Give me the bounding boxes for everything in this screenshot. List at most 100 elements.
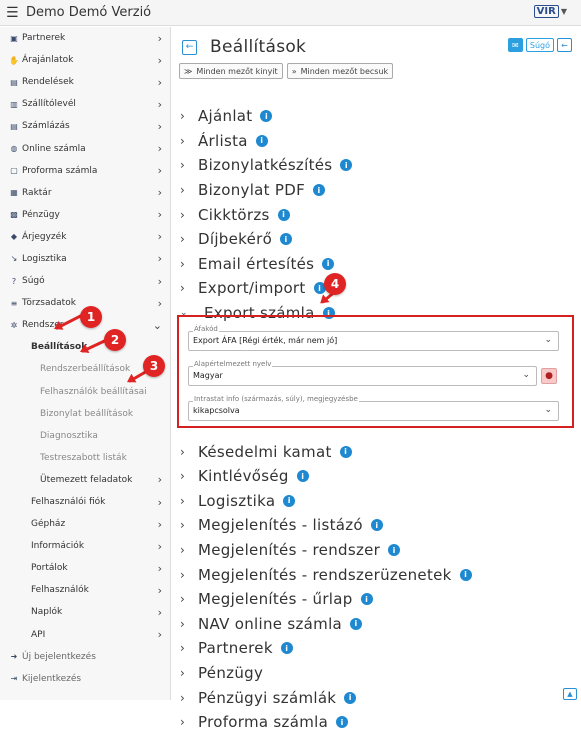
sidebar-item-16[interactable]: Felhasználók beállításai [0, 381, 170, 403]
section-label: Bizonylatkészítés [198, 156, 333, 175]
info-icon[interactable]: i [296, 470, 309, 483]
section-9[interactable]: › Késedelmi kamat i [180, 439, 575, 464]
sidebar-item-18[interactable]: Diagnosztika [0, 425, 170, 447]
back-button[interactable]: ← [182, 39, 197, 55]
nyelv-select[interactable]: Alapértelmezett nyelv Magyar ⌄ [188, 360, 537, 386]
section-6[interactable]: › Email értesítés i [180, 252, 575, 277]
info-icon[interactable]: i [283, 494, 296, 507]
section-label: Megjelenítés - listázó [198, 516, 363, 535]
app-title: Demo Demó Verzió [26, 5, 152, 20]
sidebar-item-4[interactable]: ▤ Számlázás › [0, 115, 170, 137]
info-icon[interactable]: i [255, 134, 268, 147]
section-14[interactable]: › Megjelenítés - rendszerüzenetek i [180, 562, 575, 587]
sidebar-item-label: Felhasználók beállításai [40, 386, 147, 397]
sidebar-item-20[interactable]: Ütemezett feladatok › [0, 469, 170, 491]
intrastat-select[interactable]: Intrastat info (származás, súly), megjeg… [188, 395, 559, 421]
sidebar-item-17[interactable]: Bizonylat beállítások [0, 403, 170, 425]
section-4[interactable]: › Cikktörzs i [180, 202, 575, 227]
return-button[interactable]: ← [557, 38, 572, 52]
vir-logo[interactable]: VIR ▼ [533, 4, 567, 18]
chevron-right-icon: › [180, 690, 186, 705]
arrow-left-icon: ← [561, 40, 568, 50]
chat-button[interactable]: ✉ [507, 38, 523, 52]
info-icon[interactable]: i [388, 544, 401, 557]
info-icon[interactable]: i [459, 568, 472, 581]
info-icon[interactable]: i [277, 208, 290, 221]
sidebar-item-8[interactable]: ▩ Pénzügy › [0, 204, 170, 226]
sidebar-item-29[interactable]: ⇥ Kijelentkezés [0, 668, 170, 690]
chevron-right-icon: › [180, 616, 186, 631]
info-icon[interactable]: i [280, 642, 293, 655]
section-12[interactable]: › Megjelenítés - listázó i [180, 513, 575, 538]
section-11[interactable]: › Logisztika i [180, 489, 575, 514]
chevron-right-icon: › [180, 133, 186, 148]
section-15[interactable]: › Megjelenítés - űrlap i [180, 587, 575, 612]
invoice-icon: ▤ [10, 121, 18, 131]
sidebar-item-3[interactable]: ▥ Szállítólevél › [0, 93, 170, 115]
scroll-top-button[interactable]: ▲ [563, 688, 577, 700]
sidebar-item-23[interactable]: Információk › [0, 535, 170, 557]
info-icon[interactable]: i [340, 159, 353, 172]
info-icon[interactable]: i [350, 617, 363, 630]
section-17[interactable]: › Partnerek i [180, 636, 575, 661]
annotation-badge-1: 1 [80, 306, 102, 328]
chevron-right-icon: › [180, 518, 186, 533]
sidebar-item-27[interactable]: API › [0, 624, 170, 646]
sidebar-item-10[interactable]: ↘ Logisztika › [0, 248, 170, 270]
page-title: Beállítások [210, 37, 307, 57]
info-icon[interactable]: i [260, 110, 273, 123]
section-13[interactable]: › Megjelenítés - rendszer i [180, 538, 575, 563]
user-language-button[interactable]: ● [541, 368, 557, 384]
chevron-down-icon: ⌄ [544, 405, 552, 415]
section-2[interactable]: › Bizonylatkészítés i [180, 153, 575, 178]
sidebar-item-2[interactable]: ▤ Rendelések › [0, 71, 170, 93]
section-0[interactable]: › Ajánlat i [180, 104, 575, 129]
section-19[interactable]: › Pénzügyi számlák i [180, 685, 575, 710]
sidebar-item-label: Portálok [31, 563, 68, 574]
chat-icon: ✉ [512, 40, 519, 50]
sidebar-item-22[interactable]: Gépház › [0, 513, 170, 535]
info-icon[interactable]: i [336, 716, 349, 729]
sidebar-item-label: Törzsadatok [22, 298, 76, 309]
info-icon[interactable]: i [344, 691, 357, 704]
section-1[interactable]: › Árlista i [180, 129, 575, 154]
section-7[interactable]: › Export/import i [180, 276, 575, 301]
collapse-all-button[interactable]: » Minden mezőt becsuk [286, 63, 394, 79]
hamburger-menu-icon[interactable]: ☰ [6, 5, 24, 21]
info-icon[interactable]: i [313, 184, 326, 197]
info-icon[interactable]: i [280, 233, 293, 246]
sidebar-item-25[interactable]: Felhasználók › [0, 579, 170, 601]
sidebar-item-28[interactable]: ➜ Új bejelentkezés [0, 646, 170, 668]
sidebar-item-label: Proforma számla [22, 165, 98, 176]
sidebar-item-0[interactable]: ▣ Partnerek › [0, 27, 170, 49]
sidebar-item-1[interactable]: ✋ Árajánlatok › [0, 49, 170, 71]
section-10[interactable]: › Kintlévőség i [180, 464, 575, 489]
chevron-right-icon: › [157, 164, 162, 178]
info-icon[interactable]: i [339, 445, 352, 458]
section-label: Export/import [198, 279, 306, 298]
chevron-right-icon: › [157, 142, 162, 156]
sidebar-item-5[interactable]: ◍ Online számla › [0, 137, 170, 159]
section-20[interactable]: › Proforma számla i [180, 710, 575, 734]
info-icon[interactable]: i [370, 519, 383, 532]
expand-all-button[interactable]: ≫ Minden mezőt kinyit [179, 63, 283, 79]
section-18[interactable]: › Pénzügy [180, 661, 575, 686]
chevron-up-icon: ▲ [567, 690, 573, 698]
arrow-left-icon: ← [185, 42, 194, 52]
sidebar-item-6[interactable]: ▢ Proforma számla › [0, 160, 170, 182]
sidebar-item-label: Pénzügy [22, 209, 60, 220]
sidebar-item-7[interactable]: ▦ Raktár › [0, 182, 170, 204]
sidebar-item-9[interactable]: ◆ Árjegyzék › [0, 226, 170, 248]
sidebar-item-24[interactable]: Portálok › [0, 557, 170, 579]
info-icon[interactable]: i [322, 257, 335, 270]
section-16[interactable]: › NAV online számla i [180, 612, 575, 637]
afakod-select[interactable]: Áfakód Export ÁFA [Régi érték, már nem j… [188, 325, 559, 351]
help-button[interactable]: Súgó [525, 38, 554, 52]
section-3[interactable]: › Bizonylat PDF i [180, 178, 575, 203]
sidebar-item-21[interactable]: Felhasználói fiók › [0, 491, 170, 513]
sidebar-item-26[interactable]: Naplók › [0, 601, 170, 623]
section-5[interactable]: › Díjbekérő i [180, 227, 575, 252]
info-icon[interactable]: i [360, 593, 373, 606]
sidebar-item-19[interactable]: Testreszabott listák [0, 447, 170, 469]
sidebar-item-11[interactable]: ? Súgó › [0, 270, 170, 292]
